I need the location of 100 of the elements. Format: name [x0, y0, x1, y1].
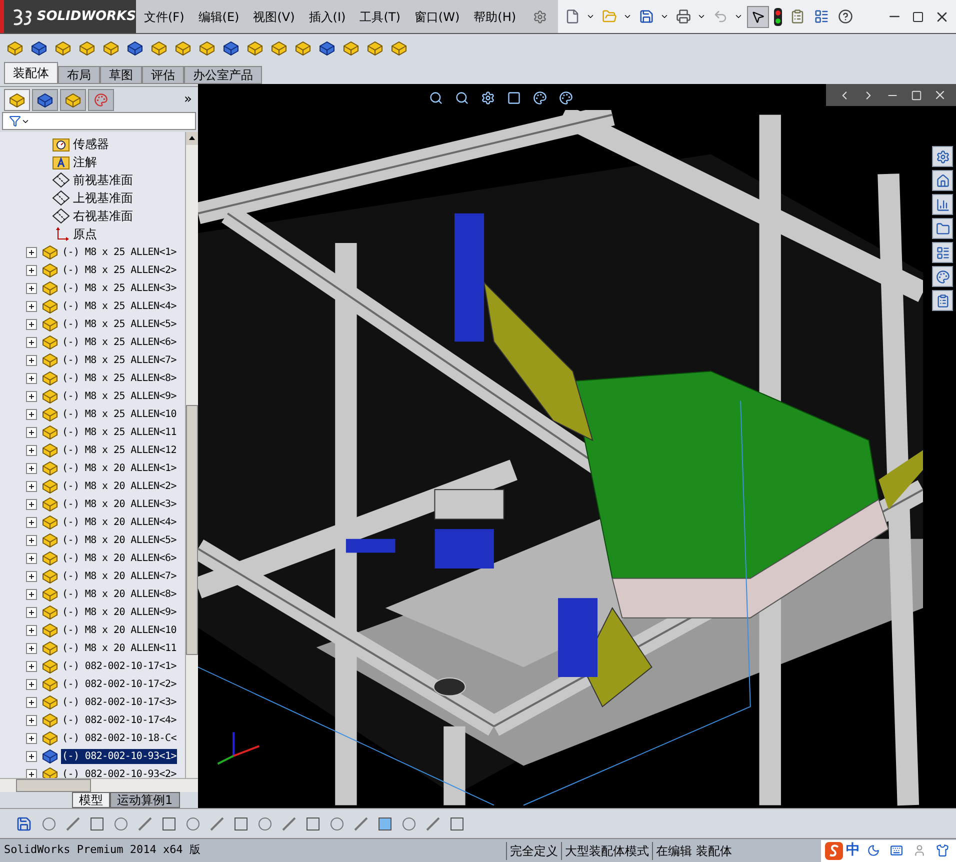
- filter-icon[interactable]: [9, 115, 21, 127]
- horizontal-scrollbar[interactable]: [0, 778, 198, 792]
- sketch-tool-icon[interactable]: [88, 814, 106, 832]
- menu-item[interactable]: 窗口(W): [414, 8, 460, 26]
- vertical-scrollbar[interactable]: [185, 132, 198, 778]
- tree-item[interactable]: (-) M8 x 25 ALLEN<7>: [61, 352, 178, 368]
- tree-item[interactable]: (-) M8 x 20 ALLEN<5>: [61, 532, 178, 548]
- menu-item[interactable]: 插入(I): [308, 8, 346, 26]
- tree-item[interactable]: 原点: [72, 226, 98, 242]
- sketch-tool-icon[interactable]: [64, 814, 82, 832]
- chart-icon[interactable]: [932, 194, 953, 215]
- tree-item[interactable]: (-) M8 x 25 ALLEN<9>: [61, 388, 178, 404]
- tree-item[interactable]: (-) M8 x 20 ALLEN<7>: [61, 568, 178, 584]
- panel-tab[interactable]: [60, 88, 86, 110]
- tree-item[interactable]: (-) M8 x 25 ALLEN<11: [61, 424, 178, 440]
- expand-toggle-icon[interactable]: [26, 336, 37, 348]
- sketch-tool-icon[interactable]: [136, 814, 154, 832]
- expand-toggle-icon[interactable]: [26, 282, 37, 294]
- tree-item[interactable]: (-) M8 x 20 ALLEN<4>: [61, 514, 178, 530]
- tree-item[interactable]: (-) 082-002-10-93<1>: [61, 748, 178, 764]
- expand-toggle-icon[interactable]: [26, 318, 37, 330]
- expand-toggle-icon[interactable]: [26, 678, 37, 690]
- more-tabs-button[interactable]: »: [184, 90, 192, 110]
- command-tab[interactable]: 草图: [100, 66, 142, 84]
- expand-toggle-icon[interactable]: [26, 570, 37, 582]
- sketch-tool-icon[interactable]: [400, 814, 418, 832]
- sketch-tool-icon[interactable]: [40, 814, 58, 832]
- expand-toggle-icon[interactable]: [26, 390, 37, 402]
- tree-item[interactable]: (-) M8 x 25 ALLEN<6>: [61, 334, 178, 350]
- tree-item[interactable]: (-) M8 x 20 ALLEN<6>: [61, 550, 178, 566]
- expand-toggle-icon[interactable]: [26, 750, 37, 762]
- expand-toggle-icon[interactable]: [26, 768, 37, 778]
- command-tab[interactable]: 装配体: [4, 62, 58, 84]
- sketch-tool-icon[interactable]: [208, 814, 226, 832]
- expand-toggle-icon[interactable]: [26, 534, 37, 546]
- folder-icon[interactable]: [932, 218, 953, 239]
- sketch-tool-icon[interactable]: [112, 814, 130, 832]
- expand-toggle-icon[interactable]: [26, 408, 37, 420]
- sketch-tool-icon[interactable]: [328, 814, 346, 832]
- expand-toggle-icon[interactable]: [26, 624, 37, 636]
- expand-toggle-icon[interactable]: [26, 588, 37, 600]
- sketch-tool-icon[interactable]: [256, 814, 274, 832]
- expand-toggle-icon[interactable]: [26, 444, 37, 456]
- tree-item[interactable]: (-) M8 x 20 ALLEN<2>: [61, 478, 178, 494]
- tree-item[interactable]: (-) M8 x 20 ALLEN<1>: [61, 460, 178, 476]
- select-tool-button[interactable]: [747, 6, 770, 28]
- tree-item[interactable]: (-) M8 x 25 ALLEN<8>: [61, 370, 178, 386]
- command-tab[interactable]: 办公室产品: [184, 66, 262, 84]
- expand-toggle-icon[interactable]: [26, 714, 37, 726]
- tree-item[interactable]: (-) M8 x 20 ALLEN<11: [61, 640, 178, 656]
- expand-toggle-icon[interactable]: [26, 642, 37, 654]
- tree-item[interactable]: (-) M8 x 25 ALLEN<5>: [61, 316, 178, 332]
- sketch-tool-icon[interactable]: [232, 814, 250, 832]
- tree-item[interactable]: (-) 082-002-10-18-C<: [61, 730, 178, 746]
- sketch-tool-icon[interactable]: [424, 814, 442, 832]
- ime-mode[interactable]: 中: [846, 840, 860, 861]
- filter-field[interactable]: [2, 112, 196, 130]
- expand-toggle-icon[interactable]: [26, 552, 37, 564]
- tree-item[interactable]: (-) 082-002-10-93<2>: [61, 766, 178, 778]
- tree-item[interactable]: 传感器: [72, 136, 110, 152]
- panel-tab[interactable]: [4, 88, 30, 110]
- command-tab[interactable]: 布局: [58, 66, 100, 84]
- sketch-tool-icon[interactable]: [184, 814, 202, 832]
- tree-item[interactable]: (-) M8 x 20 ALLEN<9>: [61, 604, 178, 620]
- sketch-tool-icon[interactable]: [448, 814, 466, 832]
- expand-toggle-icon[interactable]: [26, 462, 37, 474]
- panel-tab[interactable]: [32, 88, 58, 110]
- expand-toggle-icon[interactable]: [26, 372, 37, 384]
- expand-toggle-icon[interactable]: [26, 732, 37, 744]
- tree-item[interactable]: 前视基准面: [72, 172, 134, 188]
- tree-item[interactable]: (-) M8 x 25 ALLEN<12: [61, 442, 178, 458]
- menu-item[interactable]: 工具(T): [360, 8, 400, 26]
- sketch-tool-icon[interactable]: [160, 814, 178, 832]
- menu-item[interactable]: 视图(V): [253, 8, 295, 26]
- expand-toggle-icon[interactable]: [26, 498, 37, 510]
- home-icon[interactable]: [932, 170, 953, 191]
- tree-item[interactable]: (-) 082-002-10-17<2>: [61, 676, 178, 692]
- expand-toggle-icon[interactable]: [26, 246, 37, 258]
- tree-item[interactable]: (-) M8 x 25 ALLEN<3>: [61, 280, 178, 296]
- tree-item[interactable]: (-) 082-002-10-17<3>: [61, 694, 178, 710]
- clipboard-icon[interactable]: [932, 290, 953, 311]
- traffic-light-icon[interactable]: [773, 6, 784, 26]
- expand-toggle-icon[interactable]: [26, 480, 37, 492]
- tree-item[interactable]: (-) M8 x 20 ALLEN<8>: [61, 586, 178, 602]
- tree-item[interactable]: (-) M8 x 25 ALLEN<4>: [61, 298, 178, 314]
- tree-item[interactable]: (-) 082-002-10-17<4>: [61, 712, 178, 728]
- tree-item[interactable]: 右视基准面: [72, 208, 134, 224]
- tree-item[interactable]: (-) M8 x 25 ALLEN<2>: [61, 262, 178, 278]
- palette-icon[interactable]: [932, 266, 953, 287]
- expand-toggle-icon[interactable]: [26, 354, 37, 366]
- ime-logo-icon[interactable]: [825, 842, 843, 860]
- tree-item[interactable]: (-) M8 x 25 ALLEN<10: [61, 406, 178, 422]
- sketch-tool-icon[interactable]: [280, 814, 298, 832]
- expand-toggle-icon[interactable]: [26, 696, 37, 708]
- tree-item[interactable]: (-) M8 x 20 ALLEN<3>: [61, 496, 178, 512]
- menu-item[interactable]: 帮助(H): [474, 8, 516, 26]
- tree-item[interactable]: (-) M8 x 25 ALLEN<1>: [61, 244, 178, 260]
- menu-item[interactable]: 文件(F): [144, 8, 184, 26]
- tree-item[interactable]: 注解: [72, 154, 98, 170]
- sketch-tool-icon[interactable]: [352, 814, 370, 832]
